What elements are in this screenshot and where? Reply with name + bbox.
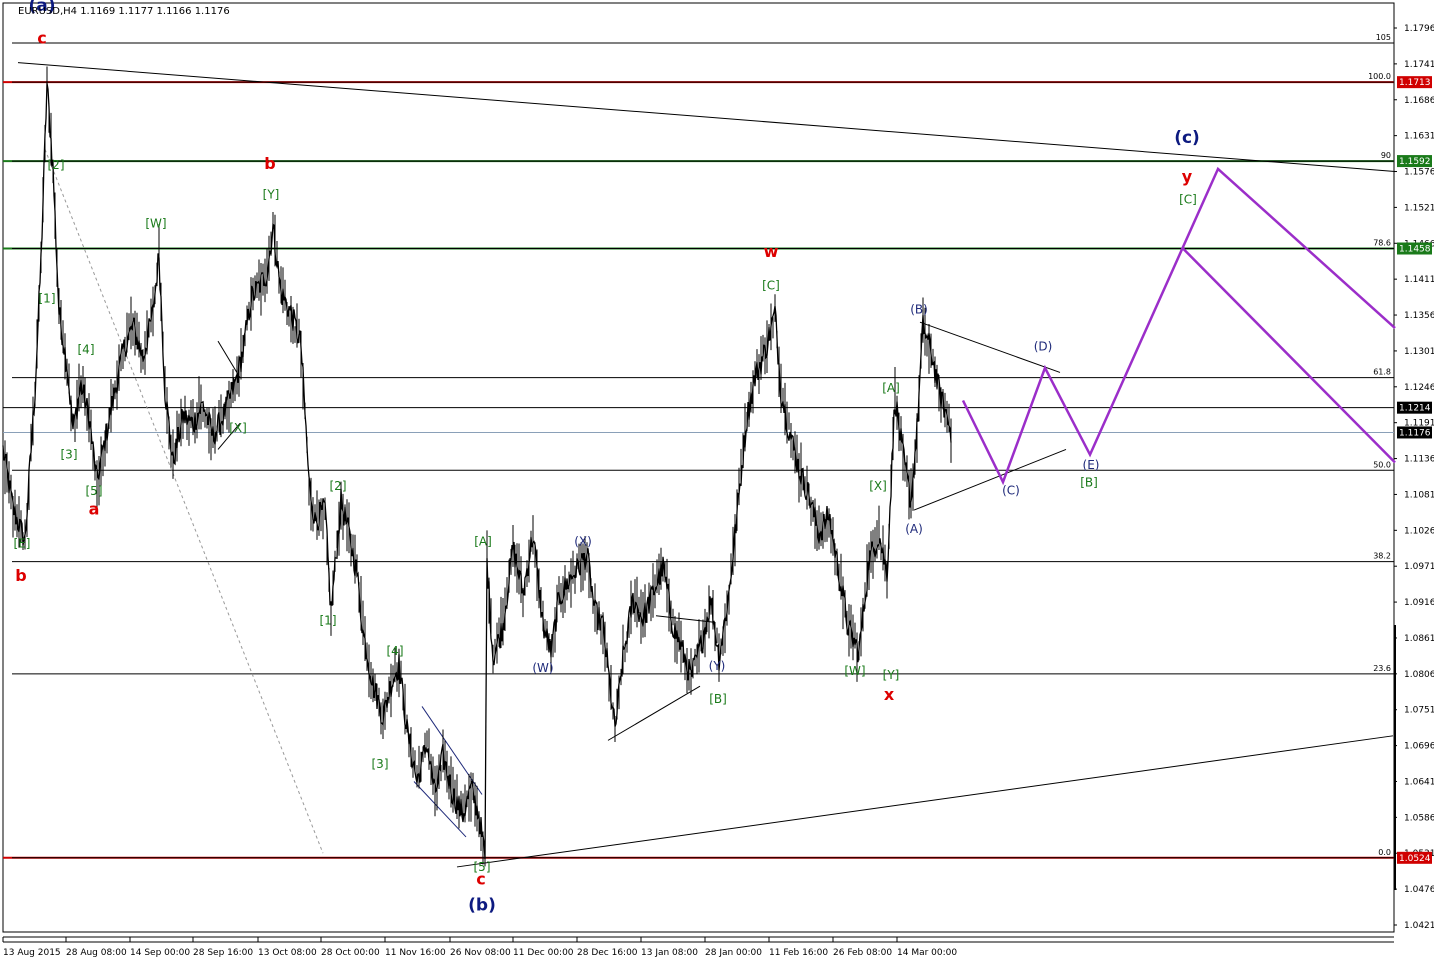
x-tick-label: 26 Nov 08:00: [450, 948, 511, 958]
x-tick-label: 13 Jan 08:00: [641, 948, 698, 958]
wave-label-green: [A]: [882, 381, 900, 395]
y-tick-label: 1.0751: [1404, 706, 1434, 716]
y-tick-label: 1.0586: [1404, 813, 1434, 823]
wave-label-green: [2]: [48, 158, 65, 172]
wave-label-green: [B]: [709, 692, 727, 706]
fib-label-1: 100.0: [1368, 72, 1391, 81]
y-tick-label: 1.1686: [1404, 96, 1434, 106]
wave-label-navy-large: (b): [468, 896, 496, 916]
x-tick-label: 28 Oct 00:00: [321, 948, 380, 958]
wave-label-green: [1]: [320, 613, 337, 627]
chart-title: EURUSD,H4 1.1169 1.1177 1.1166 1.1176: [18, 6, 230, 17]
wave-label-green: [Y]: [263, 187, 280, 201]
y-tick-label: 1.0971: [1404, 562, 1434, 572]
price-tag-label: 1.1713: [1399, 78, 1431, 88]
x-tick-label: 28 Sep 16:00: [193, 948, 253, 958]
wave-label-green: [4]: [78, 343, 95, 357]
chart-background: [0, 0, 1434, 964]
wave-label-red: b: [15, 566, 26, 585]
wave-label-navy: (W): [532, 661, 553, 675]
wave-label-green: [2]: [330, 479, 347, 493]
x-tick-label: 28 Jan 00:00: [705, 948, 762, 958]
wave-label-navy-large: (c): [1174, 128, 1200, 148]
y-tick-label: 1.0641: [1404, 777, 1434, 787]
fib-label-3: 78.6: [1373, 238, 1391, 247]
y-tick-label: 1.1136: [1404, 455, 1434, 465]
y-tick-label: 1.1026: [1404, 526, 1434, 536]
y-tick-label: 1.1576: [1404, 168, 1434, 178]
y-tick-label: 1.0861: [1404, 634, 1434, 644]
wave-label-green: [C]: [762, 279, 780, 293]
wave-label-red: y: [1182, 167, 1193, 186]
fib-label-8: 0.0: [1378, 848, 1391, 857]
x-tick-label: 11 Dec 00:00: [513, 948, 574, 958]
x-tick-label: 13 Oct 08:00: [258, 948, 317, 958]
fib-label-5: 50.0: [1373, 460, 1391, 469]
wave-label-green: [B]: [1080, 476, 1098, 490]
x-tick-label: 11 Feb 16:00: [769, 948, 828, 958]
x-tick-label: 28 Aug 08:00: [66, 948, 127, 958]
wave-label-green: [X]: [229, 421, 247, 435]
price-tag-label: 1.1176: [1399, 428, 1431, 438]
y-tick-label: 1.1796: [1404, 24, 1434, 34]
y-tick-label: 1.1521: [1404, 203, 1434, 213]
wave-label-green: [1]: [39, 292, 56, 306]
price-tag-label: 1.1592: [1399, 157, 1431, 167]
x-tick-label: 28 Dec 16:00: [577, 948, 638, 958]
x-tick-label: 11 Nov 16:00: [385, 948, 446, 958]
x-tick-label: 26 Feb 08:00: [833, 948, 892, 958]
wave-label-green: [5]: [86, 484, 103, 498]
wave-label-navy: (A): [905, 522, 923, 536]
fib-label-4: 61.8: [1373, 368, 1391, 377]
y-tick-label: 1.0696: [1404, 742, 1434, 752]
wave-label-red: x: [884, 685, 895, 704]
wave-label-navy: (C): [1002, 483, 1020, 497]
wave-label-green: [W]: [145, 217, 166, 231]
y-tick-label: 1.0476: [1404, 885, 1434, 895]
y-tick-label: 1.0806: [1404, 670, 1434, 680]
fib-label-6: 38.2: [1373, 552, 1391, 561]
price-tag-label: 1.0524: [1399, 854, 1431, 864]
wave-label-green: [W]: [844, 664, 865, 678]
wave-label-green: [4]: [387, 644, 404, 658]
y-tick-label: 1.1411: [1404, 275, 1434, 285]
fib-label-7: 23.6: [1373, 664, 1391, 673]
wave-label-green: [X]: [869, 479, 887, 493]
x-tick-label: 14 Mar 00:00: [897, 948, 957, 958]
wave-label-red: c: [37, 29, 46, 48]
wave-label-navy: (D): [1034, 339, 1053, 353]
wave-label-navy: (B): [910, 303, 928, 317]
y-tick-label: 1.1741: [1404, 60, 1434, 70]
wave-label-green: [E]: [14, 536, 31, 550]
wave-label-green: [Y]: [883, 668, 900, 682]
wave-label-navy: (X): [574, 534, 592, 548]
wave-label-green: [C]: [1179, 192, 1197, 206]
x-tick-label: 13 Aug 2015: [3, 948, 61, 958]
fib-label-2: 90: [1381, 151, 1391, 160]
price-chart[interactable]: 105 100.0 90 78.6 61.8 50.0 38.2 23.6 0.0 c b a b w x…: [0, 0, 1434, 964]
wave-label-red: a: [89, 500, 100, 519]
y-tick-label: 1.1631: [1404, 132, 1434, 142]
wave-label-green: [A]: [474, 534, 492, 548]
wave-label-green: [3]: [61, 448, 78, 462]
wave-label-green: [3]: [372, 757, 389, 771]
x-tick-label: 14 Sep 00:00: [130, 948, 190, 958]
wave-label-red: b: [264, 154, 275, 173]
y-tick-label: 1.1301: [1404, 347, 1434, 357]
fib-label-0: 105: [1376, 33, 1391, 42]
y-tick-label: 1.0421: [1404, 921, 1434, 931]
y-tick-label: 1.0916: [1404, 598, 1434, 608]
wave-label-green: [5]: [474, 860, 491, 874]
y-tick-label: 1.1081: [1404, 490, 1434, 500]
price-tag-label: 1.1458: [1399, 244, 1431, 254]
wave-label-navy: (Y): [709, 659, 726, 673]
wave-label-navy: (E): [1083, 458, 1100, 472]
price-tag-label: 1.1214: [1399, 404, 1431, 414]
wave-label-red: w: [764, 242, 779, 261]
y-tick-label: 1.1246: [1404, 383, 1434, 393]
y-tick-label: 1.1356: [1404, 311, 1434, 321]
